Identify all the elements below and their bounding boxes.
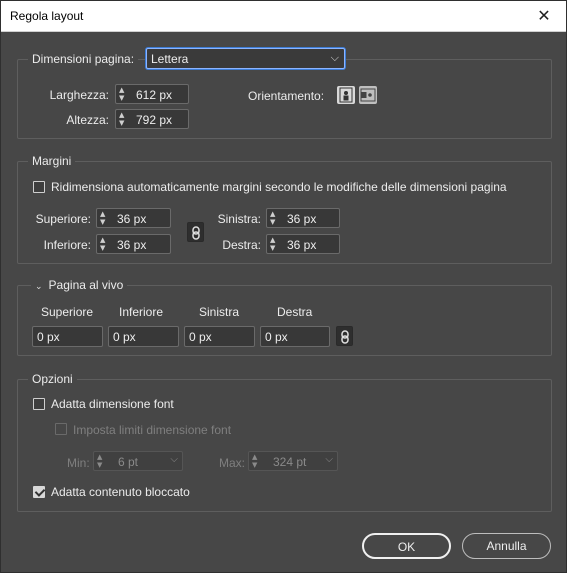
- stepper-arrows[interactable]: ▲ ▼: [116, 110, 133, 128]
- height-value: 792 px: [136, 113, 173, 127]
- options-legend: Opzioni: [28, 372, 77, 386]
- bleed-top-value: 0 px: [37, 330, 60, 344]
- stepper-down-icon[interactable]: ▼: [97, 461, 102, 469]
- width-value: 612 px: [136, 88, 173, 102]
- margin-right-label: Destra:: [222, 238, 261, 252]
- min-font-size-combo[interactable]: ▲ ▼ 6 pt ⌵: [93, 451, 183, 471]
- margin-bottom-value: 36 px: [117, 238, 147, 252]
- disclosure-chevron-icon[interactable]: ⌄: [35, 282, 43, 292]
- stepper-up-icon[interactable]: ▲: [119, 86, 124, 94]
- margins-legend: Margini: [28, 154, 76, 168]
- bleed-legend: Pagina al vivo: [48, 278, 124, 292]
- fit-locked-content-checkbox[interactable]: [33, 486, 45, 498]
- width-stepper[interactable]: ▲ ▼ 612 px: [115, 84, 189, 104]
- bleed-top-input[interactable]: 0 px: [32, 326, 103, 347]
- stepper-arrows[interactable]: ▲ ▼: [249, 452, 266, 470]
- bleed-bottom-value: 0 px: [113, 330, 136, 344]
- chain-link-icon: [341, 330, 349, 344]
- stepper-arrows[interactable]: ▲ ▼: [97, 209, 114, 227]
- stepper-up-icon[interactable]: ▲: [100, 236, 105, 244]
- stepper-arrows[interactable]: ▲ ▼: [94, 452, 111, 470]
- fit-font-size-label: Adatta dimensione font: [51, 397, 174, 411]
- stepper-up-icon[interactable]: ▲: [252, 453, 257, 461]
- stepper-arrows[interactable]: ▲ ▼: [267, 235, 284, 253]
- landscape-orientation-button[interactable]: [359, 86, 377, 104]
- bleed-bottom-input[interactable]: 0 px: [108, 326, 179, 347]
- margin-bottom-stepper[interactable]: ▲ ▼ 36 px: [96, 234, 171, 254]
- page-size-value: Lettera: [151, 52, 189, 66]
- title-bar: Regola layout ✕: [1, 1, 566, 32]
- stepper-arrows[interactable]: ▲ ▼: [267, 209, 284, 227]
- chevron-down-icon: ⌵: [330, 51, 339, 64]
- fit-font-size-checkbox[interactable]: [33, 398, 45, 410]
- auto-resize-margins-label: Ridimensiona automaticamente margini sec…: [51, 180, 507, 194]
- stepper-down-icon[interactable]: ▼: [100, 218, 105, 226]
- bleed-right-value: 0 px: [265, 330, 288, 344]
- landscape-icon: [360, 88, 376, 102]
- bleed-top-label: Superiore: [41, 305, 94, 319]
- stepper-down-icon[interactable]: ▼: [119, 94, 124, 102]
- regola-layout-dialog: Regola layout ✕ Dimensioni pagina: Lette…: [0, 0, 567, 573]
- margin-right-value: 36 px: [287, 238, 317, 252]
- portrait-icon: [339, 87, 353, 103]
- stepper-arrows[interactable]: ▲ ▼: [97, 235, 114, 253]
- chevron-down-icon[interactable]: ⌵: [325, 454, 333, 465]
- max-label: Max:: [219, 456, 246, 470]
- max-font-size-combo[interactable]: ▲ ▼ 324 pt ⌵: [248, 451, 338, 471]
- bleed-left-value: 0 px: [189, 330, 212, 344]
- height-stepper[interactable]: ▲ ▼ 792 px: [115, 109, 189, 129]
- orientation-label: Orientamento:: [248, 89, 325, 103]
- stepper-up-icon[interactable]: ▲: [270, 236, 275, 244]
- height-label: Altezza:: [66, 113, 109, 127]
- margin-left-value: 36 px: [287, 212, 317, 226]
- fit-locked-content-label: Adatta contenuto bloccato: [51, 485, 190, 499]
- stepper-up-icon[interactable]: ▲: [270, 210, 275, 218]
- bleed-legend-wrap[interactable]: ⌄ Pagina al vivo: [31, 278, 128, 294]
- portrait-orientation-button[interactable]: [337, 86, 355, 104]
- close-icon[interactable]: ✕: [534, 6, 554, 26]
- stepper-down-icon[interactable]: ▼: [119, 119, 124, 127]
- page-size-label: Dimensioni pagina:: [28, 52, 139, 66]
- margin-left-stepper[interactable]: ▲ ▼ 36 px: [266, 208, 340, 228]
- margin-top-value: 36 px: [117, 212, 147, 226]
- stepper-arrows[interactable]: ▲ ▼: [116, 85, 133, 103]
- window-title: Regola layout: [10, 9, 84, 23]
- stepper-down-icon[interactable]: ▼: [252, 461, 257, 469]
- page-size-select[interactable]: Lettera ⌵: [146, 48, 345, 69]
- margin-left-label: Sinistra:: [217, 212, 261, 226]
- auto-resize-margins-checkbox[interactable]: [33, 181, 45, 193]
- stepper-up-icon[interactable]: ▲: [119, 111, 124, 119]
- width-label: Larghezza:: [49, 88, 109, 102]
- min-label: Min:: [67, 456, 90, 470]
- ok-button[interactable]: OK: [362, 533, 451, 559]
- bleed-link-button[interactable]: [336, 326, 353, 346]
- stepper-down-icon[interactable]: ▼: [100, 244, 105, 252]
- margin-bottom-label: Inferiore:: [43, 238, 91, 252]
- bleed-bottom-label: Inferiore: [119, 305, 164, 319]
- font-size-limits-label: Imposta limiti dimensione font: [73, 423, 232, 437]
- bleed-right-label: Destra: [277, 305, 313, 319]
- stepper-down-icon[interactable]: ▼: [270, 244, 275, 252]
- bleed-left-input[interactable]: 0 px: [184, 326, 255, 347]
- min-font-size-value: 6 pt: [118, 455, 139, 469]
- max-font-size-value: 324 pt: [273, 455, 307, 469]
- margin-right-stepper[interactable]: ▲ ▼ 36 px: [266, 234, 340, 254]
- stepper-up-icon[interactable]: ▲: [100, 210, 105, 218]
- margin-top-label: Superiore:: [35, 212, 91, 226]
- bleed-left-label: Sinistra: [199, 305, 240, 319]
- chain-link-icon: [192, 226, 200, 240]
- stepper-up-icon[interactable]: ▲: [97, 453, 102, 461]
- margin-top-stepper[interactable]: ▲ ▼ 36 px: [96, 208, 171, 228]
- font-size-limits-checkbox[interactable]: [55, 423, 67, 435]
- cancel-button[interactable]: Annulla: [462, 533, 551, 559]
- chevron-down-icon[interactable]: ⌵: [170, 454, 178, 465]
- stepper-down-icon[interactable]: ▼: [270, 218, 275, 226]
- bleed-right-input[interactable]: 0 px: [260, 326, 330, 347]
